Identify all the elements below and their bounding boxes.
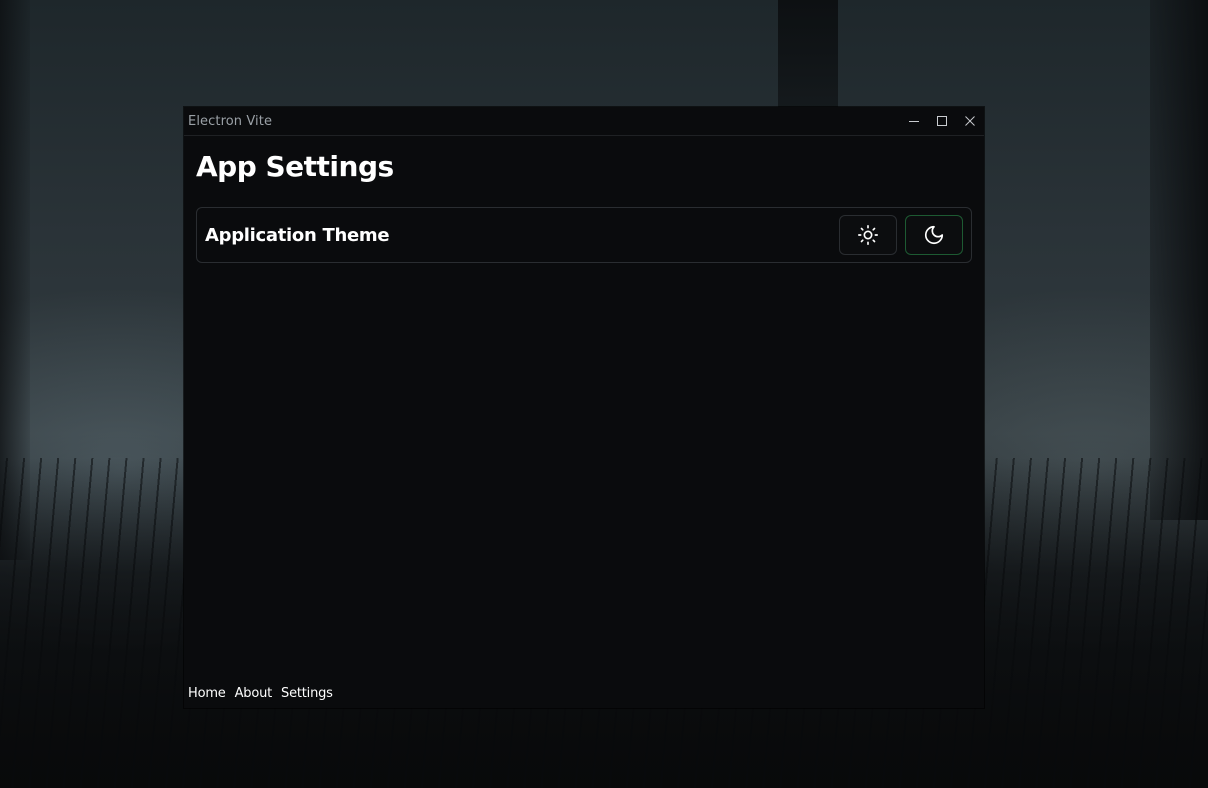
nav-link-settings[interactable]: Settings <box>281 686 333 701</box>
app-window: Electron Vite App Settings Application T… <box>184 107 984 708</box>
title-bar[interactable]: Electron Vite <box>184 107 984 136</box>
maximize-icon <box>937 116 947 126</box>
theme-setting-label: Application Theme <box>205 224 390 246</box>
sun-icon <box>858 225 878 245</box>
settings-content: App Settings Application Theme <box>184 136 984 263</box>
footer-nav: Home About Settings <box>188 686 333 701</box>
moon-icon <box>924 225 944 245</box>
light-theme-button[interactable] <box>839 215 897 255</box>
close-icon <box>965 116 975 126</box>
window-title: Electron Vite <box>188 113 273 129</box>
wallpaper-tree <box>1150 0 1208 520</box>
nav-link-about[interactable]: About <box>235 686 273 701</box>
close-button[interactable] <box>956 107 984 135</box>
window-controls <box>900 107 984 135</box>
page-title: App Settings <box>196 150 394 183</box>
nav-link-home[interactable]: Home <box>188 686 226 701</box>
wallpaper-tree <box>778 0 838 120</box>
maximize-button[interactable] <box>928 107 956 135</box>
minimize-button[interactable] <box>900 107 928 135</box>
dark-theme-button[interactable] <box>905 215 963 255</box>
theme-toggle-group <box>839 215 963 255</box>
minimize-icon <box>909 121 919 122</box>
theme-setting-card: Application Theme <box>196 207 972 263</box>
